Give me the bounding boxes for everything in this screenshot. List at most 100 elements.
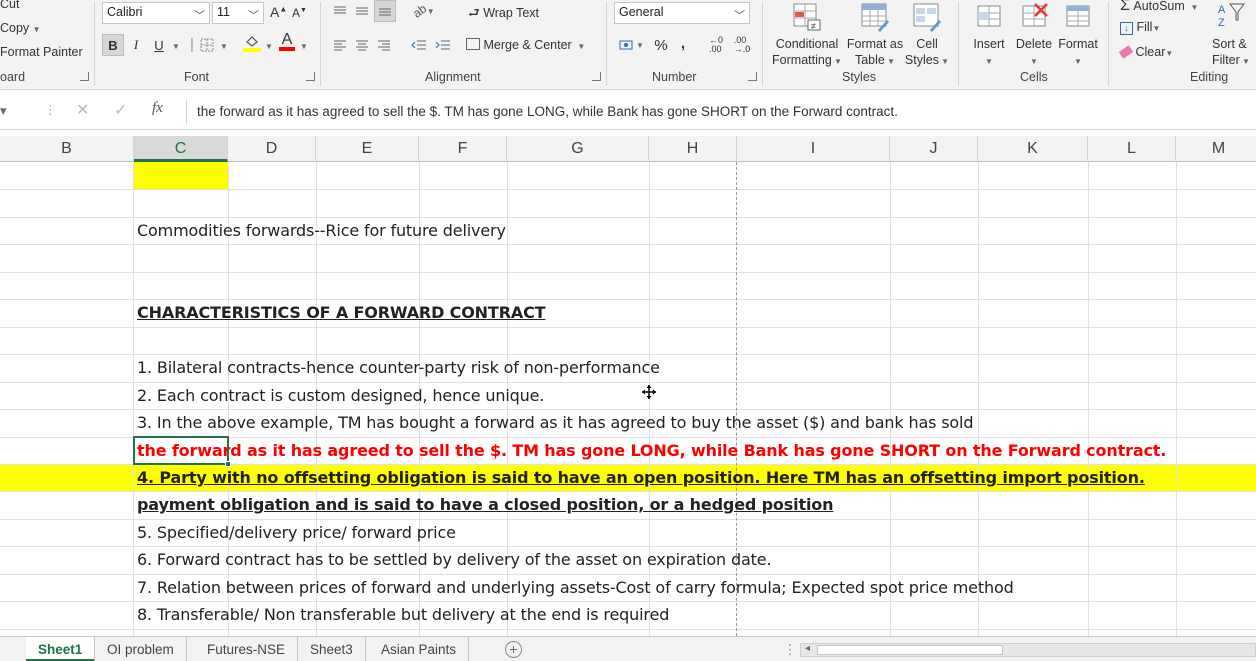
insert-function-icon[interactable]: fx	[152, 100, 163, 117]
tab-split-handle[interactable]: ⋮	[783, 641, 797, 658]
bottom-align-icon[interactable]	[374, 0, 396, 22]
scrollbar-thumb[interactable]	[817, 645, 1003, 655]
chevron-down-icon[interactable]: ▼	[1030, 57, 1038, 66]
sort-filter-button[interactable]: AZ Sort & Filter ▼	[1212, 2, 1256, 70]
cell-styles-button[interactable]: Cell Styles ▼	[904, 2, 950, 70]
cell-item-6[interactable]: 6. Forward contract has to be settled by…	[137, 546, 772, 573]
worksheet-grid[interactable]: Commodities forwards--Rice for future de…	[0, 162, 1256, 636]
font-color-icon[interactable]: A	[276, 30, 298, 52]
increase-indent-icon[interactable]	[432, 34, 454, 56]
chevron-down-icon[interactable]: ▼	[832, 57, 842, 66]
column-header-f[interactable]: F	[419, 136, 507, 162]
accounting-format-icon[interactable]: ▼	[614, 34, 648, 56]
align-center-icon[interactable]	[352, 34, 372, 56]
middle-align-icon[interactable]	[352, 0, 372, 22]
chevron-down-icon[interactable]: ﹀	[194, 7, 205, 23]
cell-heading[interactable]: CHARACTERISTICS OF A FORWARD CONTRACT	[137, 299, 546, 326]
decrease-decimal-icon[interactable]: .00 →.0	[730, 34, 754, 56]
alignment-launcher-icon[interactable]	[592, 72, 601, 81]
wrap-text-button[interactable]: ⮐ Wrap Text	[468, 4, 539, 26]
merge-center-button[interactable]: Merge & Center ▼	[466, 38, 585, 52]
column-header-e[interactable]: E	[316, 136, 419, 162]
formula-input[interactable]: the forward as it has agreed to sell the…	[186, 99, 1256, 125]
sheet-tab-oi-problem[interactable]: OI problem	[95, 637, 187, 661]
chevron-down-icon[interactable]: ▼	[1152, 24, 1160, 33]
cell-title[interactable]: Commodities forwards--Rice for future de…	[137, 217, 506, 244]
column-header-l[interactable]: L	[1088, 136, 1176, 162]
cell-item-4[interactable]: 4. Party with no offsetting obligation i…	[137, 464, 1145, 491]
insert-cells-button[interactable]: Insert ▼	[966, 2, 1012, 70]
chevron-down-icon[interactable]: ▼	[33, 25, 41, 34]
increase-decimal-icon[interactable]: ←0.00	[704, 34, 728, 56]
chevron-down-icon[interactable]: ▼	[172, 42, 180, 51]
conditional-formatting-button[interactable]: ≠ Conditional Formatting ▼	[770, 2, 844, 70]
orientation-icon[interactable]: ab ▼	[410, 0, 438, 22]
number-launcher-icon[interactable]	[748, 72, 757, 81]
column-header-k[interactable]: K	[978, 136, 1088, 162]
active-cell-selection[interactable]	[133, 436, 229, 465]
format-painter-button[interactable]: Format Painter	[0, 45, 83, 59]
chevron-down-icon[interactable]: ﹀	[248, 7, 259, 23]
sheet-tab-asian-paints[interactable]: Asian Paints	[369, 637, 470, 661]
italic-button[interactable]: I	[126, 34, 146, 56]
decrease-font-size-icon[interactable]: A▼	[292, 6, 307, 20]
sheet-tab-sheet1[interactable]: Sheet1	[26, 637, 96, 661]
column-header-j[interactable]: J	[890, 136, 978, 162]
cell-item-2[interactable]: 2. Each contract is custom designed, hen…	[137, 382, 544, 409]
format-as-table-button[interactable]: Format as Table ▼	[844, 2, 906, 70]
underline-button[interactable]: U	[148, 34, 170, 56]
chevron-down-icon[interactable]: ▼	[1240, 57, 1250, 66]
bold-button[interactable]: B	[102, 34, 124, 56]
chevron-down-icon[interactable]: ﹀	[734, 7, 745, 23]
fill-handle[interactable]	[225, 461, 231, 467]
clear-button[interactable]: Clear▼	[1118, 45, 1173, 59]
name-box-dropdown-icon[interactable]: ▾	[0, 103, 7, 119]
add-sheet-icon[interactable]: +	[505, 641, 522, 658]
chevron-down-icon[interactable]: ▼	[220, 42, 228, 51]
chevron-down-icon[interactable]: ▼	[575, 42, 585, 51]
cell-item-3-continued[interactable]: the forward as it has agreed to sell the…	[137, 437, 1166, 464]
highlighted-cell-c[interactable]	[134, 162, 228, 189]
cell-item-8[interactable]: 8. Transferable/ Non transferable but de…	[137, 601, 669, 628]
increase-font-size-icon[interactable]: A▲	[270, 4, 287, 20]
chevron-down-icon[interactable]: ▼	[939, 57, 949, 66]
column-header-i[interactable]: I	[737, 136, 890, 162]
cell-item-4-continued[interactable]: payment obligation and is said to have a…	[137, 491, 834, 518]
align-left-icon[interactable]	[330, 34, 350, 56]
horizontal-scrollbar[interactable]: ◂	[800, 643, 1256, 657]
clipboard-launcher-icon[interactable]	[80, 72, 89, 81]
column-header-h[interactable]: H	[649, 136, 737, 162]
column-header-c[interactable]: C	[134, 136, 228, 162]
cell-item-5[interactable]: 5. Specified/delivery price/ forward pri…	[137, 519, 456, 546]
sheet-tab-futures-nse[interactable]: Futures-NSE	[195, 637, 299, 661]
font-size-combo[interactable]: 11 ﹀	[212, 2, 264, 24]
column-header-m[interactable]: M	[1176, 136, 1256, 162]
chevron-down-icon[interactable]: ▼	[1188, 3, 1199, 12]
format-cells-button[interactable]: Format ▼	[1054, 2, 1102, 70]
align-right-icon[interactable]	[374, 34, 394, 56]
delete-cells-button[interactable]: Delete ▼	[1012, 2, 1056, 70]
percent-style-button[interactable]: %	[650, 34, 672, 56]
font-launcher-icon[interactable]	[306, 72, 315, 81]
cut-button[interactable]: Cut	[0, 0, 19, 11]
scroll-left-icon[interactable]: ◂	[805, 643, 810, 654]
font-name-combo[interactable]: Calibri ﹀	[102, 2, 210, 24]
cell-item-7[interactable]: 7. Relation between prices of forward an…	[137, 574, 1014, 601]
decrease-indent-icon[interactable]	[408, 34, 430, 56]
chevron-down-icon[interactable]: ▼	[1074, 57, 1082, 66]
chevron-down-icon[interactable]: ▼	[885, 57, 895, 66]
sheet-tab-sheet3[interactable]: Sheet3	[298, 637, 366, 661]
number-format-combo[interactable]: General ﹀	[614, 2, 750, 24]
fill-color-icon[interactable]	[240, 32, 264, 54]
cell-item-3[interactable]: 3. In the above example, TM has bought a…	[137, 409, 974, 436]
chevron-down-icon[interactable]: ▼	[985, 57, 993, 66]
copy-button[interactable]: Copy ▼	[0, 21, 41, 35]
top-align-icon[interactable]	[330, 0, 350, 22]
column-header-d[interactable]: D	[228, 136, 316, 162]
fill-button[interactable]: ↓ Fill▼	[1120, 20, 1160, 35]
comma-style-button[interactable]: ,	[674, 32, 692, 54]
borders-icon[interactable]	[196, 34, 218, 56]
column-header-b[interactable]: B	[0, 136, 134, 162]
column-header-g[interactable]: G	[507, 136, 649, 162]
enter-check-icon[interactable]: ✓	[114, 100, 127, 120]
